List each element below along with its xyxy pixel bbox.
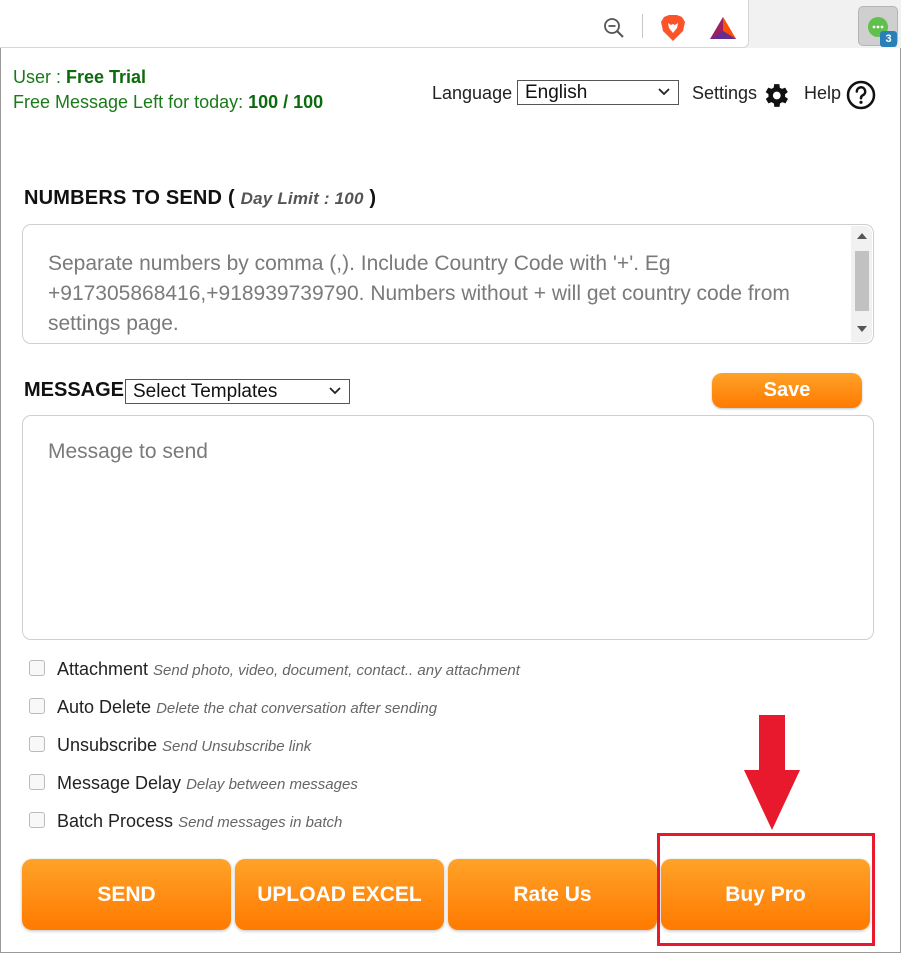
template-select[interactable]: Select Templates [125,379,350,404]
option-description: Delete the chat conversation after sendi… [156,700,438,717]
numbers-textarea[interactable]: Separate numbers by comma (,). Include C… [22,224,874,344]
language-select[interactable]: English [517,80,679,105]
user-label: User : [13,67,67,87]
message-textarea[interactable]: Message to send [22,415,874,640]
numbers-title-text: NUMBERS TO SEND [24,187,223,209]
option-title: Message Delay [57,773,182,793]
upload-excel-button[interactable]: UPLOAD EXCEL [235,859,444,930]
message-section-title: MESSAGE [24,379,125,401]
help-link[interactable]: Help [804,83,841,104]
browser-toolbar: 3 [0,0,901,48]
red-arrow-down-icon [744,715,800,830]
numbers-placeholder: Separate numbers by comma (,). Include C… [48,252,790,335]
option-label: Unsubscribe Send Unsubscribe link [57,735,311,756]
send-button[interactable]: SEND [22,859,231,930]
template-value: Select Templates [133,381,278,402]
zoom-out-icon[interactable] [603,17,625,39]
numbers-close-paren: ) [369,187,377,209]
help-question-icon[interactable] [846,80,876,110]
rate-us-button[interactable]: Rate Us [448,859,657,930]
toolbar-separator [642,14,643,38]
option-label: Attachment Send photo, video, document, c… [57,659,520,680]
option-title: Batch Process [57,811,174,831]
option-description: Send messages in batch [178,814,343,831]
numbers-scrollbar[interactable] [851,226,872,342]
free-label: Free Message Left for today: [13,92,249,112]
chevron-down-icon [658,88,670,96]
option-title: Auto Delete [57,697,152,717]
numbers-open-paren: ( [227,187,235,209]
scroll-up-arrow-icon[interactable] [857,233,867,239]
auto-delete-checkbox[interactable] [29,698,45,714]
unsubscribe-checkbox[interactable] [29,736,45,752]
option-description: Delay between messages [186,776,358,793]
option-title: Unsubscribe [57,735,158,755]
free-message-counter: Free Message Left for today: 100 / 100 [13,92,323,113]
extension-count-badge: 3 [880,31,897,47]
user-plan: Free Trial [66,67,147,87]
message-delay-checkbox[interactable] [29,774,45,790]
option-label: Batch Process Send messages in batch [57,811,342,832]
language-value: English [525,82,588,103]
scroll-down-arrow-icon[interactable] [857,326,867,332]
bat-triangle-icon[interactable] [709,16,737,40]
option-description: Send Unsubscribe link [162,738,312,755]
highlight-box [657,833,875,946]
save-button[interactable]: Save [712,373,862,408]
option-label: Auto Delete Delete the chat conversation … [57,697,437,718]
address-bar[interactable] [0,0,749,48]
option-title: Attachment [57,659,149,679]
brave-lion-icon[interactable] [660,14,686,42]
language-label: Language [432,83,513,103]
user-status: User : Free Trial [13,67,146,88]
gear-icon[interactable] [760,80,791,111]
scroll-thumb[interactable] [855,251,869,311]
day-limit: Day Limit : 100 [240,189,364,208]
option-description: Send photo, video, document, contact.. a… [153,662,520,679]
numbers-section-title: NUMBERS TO SEND ( Day Limit : 100 ) [24,187,376,210]
batch-process-checkbox[interactable] [29,812,45,828]
option-label: Message Delay Delay between messages [57,773,358,794]
attachment-checkbox[interactable] [29,660,45,676]
message-placeholder: Message to send [48,440,208,463]
chevron-down-icon [329,387,341,395]
settings-link[interactable]: Settings [692,83,757,104]
free-count: 100 / 100 [248,92,324,112]
